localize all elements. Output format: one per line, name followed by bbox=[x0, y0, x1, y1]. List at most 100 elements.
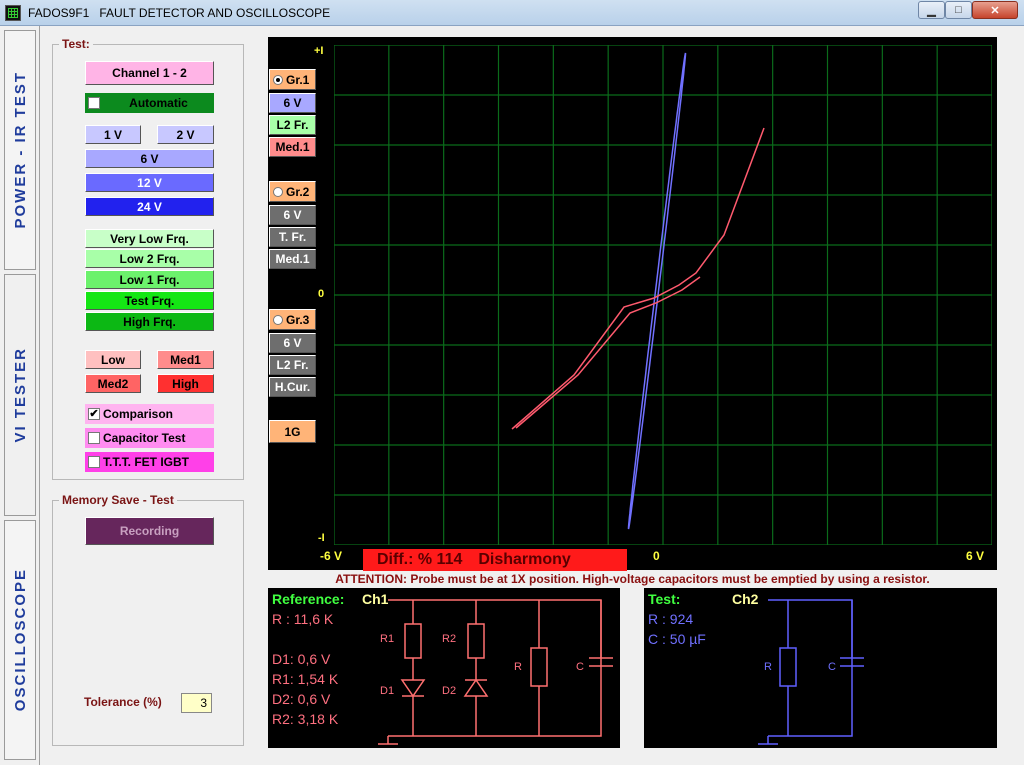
one-g-button[interactable]: 1G bbox=[269, 420, 316, 443]
graph2-voltage[interactable]: 6 V bbox=[269, 205, 316, 225]
voltage-12v-button[interactable]: 12 V bbox=[85, 173, 214, 192]
tab-power-ir-test[interactable]: POWER - IR TEST bbox=[4, 30, 36, 270]
comparison-checkbox[interactable]: ✔ bbox=[88, 408, 100, 420]
automatic-checkbox[interactable] bbox=[88, 97, 100, 109]
automatic-toggle[interactable]: Automatic bbox=[85, 93, 214, 113]
graph3-voltage[interactable]: 6 V bbox=[269, 333, 316, 353]
current-med2-button[interactable]: Med2 bbox=[85, 374, 141, 393]
ref-label-d2: D2 bbox=[442, 685, 456, 697]
maximize-button[interactable]: □ bbox=[945, 1, 972, 19]
diff-bar: Diff.: % 114 Disharmony bbox=[363, 549, 627, 571]
tab-oscilloscope[interactable]: OSCILLOSCOPE bbox=[4, 520, 36, 760]
graph2-label: Gr.2 bbox=[286, 184, 310, 199]
freq-very-low-button[interactable]: Very Low Frq. bbox=[85, 229, 214, 248]
close-button[interactable]: ✕ bbox=[972, 1, 1018, 19]
graph2-radio-dot[interactable] bbox=[273, 187, 283, 197]
app-icon bbox=[5, 5, 21, 21]
attention-message: ATTENTION: Probe must be at 1X position.… bbox=[335, 572, 930, 586]
graph2-frequency[interactable]: T. Fr. bbox=[269, 227, 316, 247]
voltage-1v-button[interactable]: 1 V bbox=[85, 125, 141, 144]
graph1-current[interactable]: Med.1 bbox=[269, 137, 316, 157]
graph1-label: Gr.1 bbox=[286, 72, 310, 87]
ref-label-c: C bbox=[576, 661, 584, 673]
reference-r-value: R : 11,6 K bbox=[272, 611, 334, 627]
test-group-title: Test: bbox=[59, 37, 93, 51]
voltage-24v-button[interactable]: 24 V bbox=[85, 197, 214, 216]
reference-d1-value: D1: 0,6 V bbox=[272, 651, 331, 667]
capacitor-test-checkbox[interactable] bbox=[88, 432, 100, 444]
capacitor-test-toggle[interactable]: Capacitor Test bbox=[85, 428, 214, 448]
minimize-button[interactable]: ▁ bbox=[918, 1, 945, 19]
test-circuit-diagram: R C bbox=[758, 599, 864, 745]
graph2-radio[interactable]: Gr.2 bbox=[269, 181, 316, 202]
graph3-frequency[interactable]: L2 Fr. bbox=[269, 355, 316, 375]
side-tab-strip: POWER - IR TEST VI TESTER OSCILLOSCOPE bbox=[0, 26, 40, 765]
reference-r1-value: R1: 1,54 K bbox=[272, 671, 339, 687]
ttt-fet-igbt-toggle[interactable]: T.T.T. FET IGBT bbox=[85, 452, 214, 472]
y-mid-label: 0 bbox=[318, 288, 325, 300]
freq-low2-button[interactable]: Low 2 Frq. bbox=[85, 249, 214, 268]
ref-label-r: R bbox=[514, 661, 522, 673]
freq-test-button[interactable]: Test Frq. bbox=[85, 291, 214, 310]
ref-label-r1: R1 bbox=[380, 633, 394, 645]
reference-title: Reference: bbox=[272, 591, 345, 607]
freq-high-button[interactable]: High Frq. bbox=[85, 312, 214, 331]
window-title: FADOS9F1 FAULT DETECTOR AND OSCILLOSCOPE bbox=[28, 6, 331, 20]
reference-trace bbox=[511, 127, 765, 430]
test-trace bbox=[627, 52, 687, 530]
voltage-2v-button[interactable]: 2 V bbox=[157, 125, 214, 144]
reference-d2-value: D2: 0,6 V bbox=[272, 691, 331, 707]
reference-r2-value: R2: 3,18 K bbox=[272, 711, 339, 727]
diff-status: Disharmony bbox=[478, 551, 571, 568]
current-low-button[interactable]: Low bbox=[85, 350, 141, 369]
graph1-frequency[interactable]: L2 Fr. bbox=[269, 115, 316, 135]
diff-value: Diff.: % 114 bbox=[377, 551, 463, 568]
voltage-6v-button[interactable]: 6 V bbox=[85, 149, 214, 168]
ttt-fet-igbt-label: T.T.T. FET IGBT bbox=[103, 455, 189, 469]
graph-grid bbox=[334, 45, 992, 545]
automatic-label: Automatic bbox=[129, 96, 188, 110]
vi-graph bbox=[334, 45, 992, 545]
capacitor-test-label: Capacitor Test bbox=[103, 431, 186, 445]
graph3-label: Gr.3 bbox=[286, 312, 310, 327]
test-label-c: C bbox=[828, 661, 836, 673]
vi-plot-area: Gr.1 6 V L2 Fr. Med.1 Gr.2 6 V T. Fr. Me… bbox=[268, 37, 997, 570]
tab-vi-label: VI TESTER bbox=[11, 347, 29, 443]
test-label-r: R bbox=[764, 661, 772, 673]
y-bottom-label: -I bbox=[318, 532, 325, 544]
reference-circuit-diagram: R1 R2 R C D1 D2 bbox=[378, 599, 613, 745]
freq-low1-button[interactable]: Low 1 Frq. bbox=[85, 270, 214, 289]
memory-group-title: Memory Save - Test bbox=[59, 493, 177, 507]
tab-vi-tester[interactable]: VI TESTER bbox=[4, 274, 36, 516]
test-panel: Test: Ch2 R : 924 C : 50 µF R C bbox=[644, 588, 997, 748]
test-r-value: R : 924 bbox=[648, 611, 694, 627]
test-panel-title: Test: bbox=[648, 591, 681, 607]
graph2-current[interactable]: Med.1 bbox=[269, 249, 316, 269]
channel-button[interactable]: Channel 1 - 2 bbox=[85, 61, 214, 85]
recording-button[interactable]: Recording bbox=[85, 517, 214, 545]
comparison-label: Comparison bbox=[103, 407, 174, 421]
graph3-radio-dot[interactable] bbox=[273, 315, 283, 325]
ref-label-r2: R2 bbox=[442, 633, 456, 645]
title-bar: FADOS9F1 FAULT DETECTOR AND OSCILLOSCOPE… bbox=[0, 0, 1024, 26]
test-group: Test: Channel 1 - 2 Automatic 1 V 2 V 6 … bbox=[52, 37, 244, 480]
x-left-label: -6 V bbox=[320, 549, 343, 563]
test-c-value: C : 50 µF bbox=[648, 631, 706, 647]
comparison-toggle[interactable]: ✔ Comparison bbox=[85, 404, 214, 424]
reference-panel: Reference: Ch1 R : 11,6 K D1: 0,6 V R1: … bbox=[268, 588, 620, 748]
tolerance-input[interactable] bbox=[181, 693, 212, 713]
graph1-radio-dot[interactable] bbox=[273, 75, 283, 85]
x-mid-label: 0 bbox=[653, 549, 660, 563]
tolerance-label: Tolerance (%) bbox=[84, 695, 162, 709]
tab-osc-label: OSCILLOSCOPE bbox=[11, 568, 29, 712]
graph1-radio[interactable]: Gr.1 bbox=[269, 69, 316, 90]
ttt-fet-igbt-checkbox[interactable] bbox=[88, 456, 100, 468]
memory-group: Memory Save - Test Recording bbox=[52, 493, 244, 746]
graph1-voltage[interactable]: 6 V bbox=[269, 93, 316, 113]
ref-label-d1: D1 bbox=[380, 685, 394, 697]
graph3-current[interactable]: H.Cur. bbox=[269, 377, 316, 397]
current-med1-button[interactable]: Med1 bbox=[157, 350, 214, 369]
x-right-label: 6 V bbox=[966, 549, 985, 563]
graph3-radio[interactable]: Gr.3 bbox=[269, 309, 316, 330]
current-high-button[interactable]: High bbox=[157, 374, 214, 393]
